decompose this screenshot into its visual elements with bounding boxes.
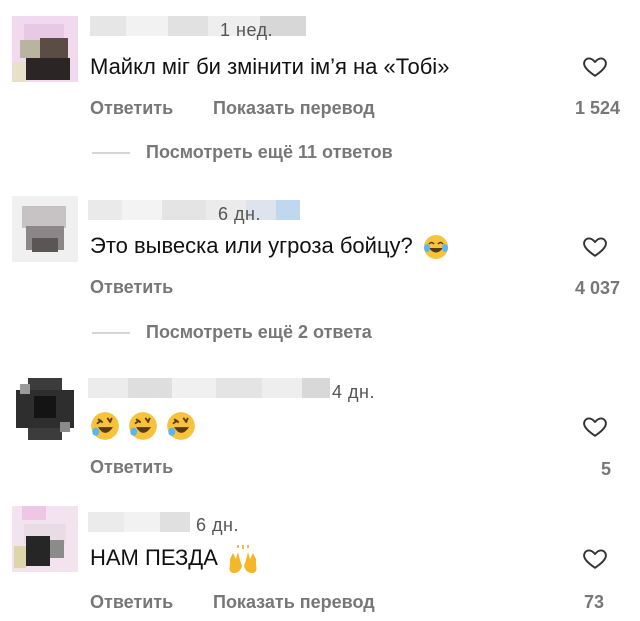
view-more-replies-label: Посмотреть ещё 2 ответа	[146, 322, 372, 342]
comment-text-content: Это вывеска или угроза бойцу?	[90, 233, 413, 258]
reply-button[interactable]: Ответить	[90, 457, 173, 478]
heart-outline-icon[interactable]	[582, 53, 608, 79]
comment-text-content: НАМ ПЕЗДА	[90, 545, 218, 570]
like-count: 73	[583, 592, 604, 612]
comment-text: Это вывеска или угроза бойцу?	[90, 233, 449, 260]
like-count: 5	[600, 459, 611, 479]
show-translation-button[interactable]: Показать перевод	[213, 98, 375, 119]
avatar[interactable]	[12, 16, 78, 82]
show-translation-button[interactable]: Показать перевод	[213, 592, 375, 613]
comment-text: Майкл міг би змінити ім’я на «Тобі»	[90, 54, 450, 79]
comment-time: 6 дн.	[218, 204, 261, 224]
avatar[interactable]	[12, 506, 78, 572]
rolling-on-the-floor-laughing-emoji	[129, 412, 157, 440]
comment-time: 1 нед.	[220, 20, 274, 40]
reply-button[interactable]: Ответить	[90, 277, 173, 298]
like-count: 4 037	[574, 278, 620, 298]
view-more-replies[interactable]: Посмотреть ещё 2 ответа	[92, 322, 372, 343]
username-blurred[interactable]	[90, 16, 306, 36]
reply-button[interactable]: Ответить	[90, 592, 173, 613]
rolling-on-the-floor-laughing-emoji	[91, 412, 119, 440]
heart-outline-icon[interactable]	[582, 413, 608, 439]
view-more-replies-label: Посмотреть ещё 11 ответов	[146, 142, 393, 162]
comment-time: 6 дн.	[196, 515, 239, 535]
avatar[interactable]	[12, 376, 78, 442]
username-blurred[interactable]	[88, 378, 330, 398]
heart-outline-icon[interactable]	[582, 545, 608, 571]
like-count: 1 524	[574, 98, 620, 118]
divider-line	[92, 331, 130, 334]
rolling-on-the-floor-laughing-emoji	[167, 412, 196, 440]
comment-text	[90, 411, 196, 441]
face-with-tears-of-joy-emoji	[423, 235, 448, 260]
comment-text: НАМ ПЕЗДА	[90, 545, 258, 574]
divider-line	[92, 151, 130, 154]
raising-hands-emoji	[229, 545, 257, 574]
heart-outline-icon[interactable]	[582, 233, 608, 259]
comment-time: 4 дн.	[332, 382, 375, 402]
username-blurred[interactable]	[88, 512, 190, 532]
view-more-replies[interactable]: Посмотреть ещё 11 ответов	[92, 142, 393, 163]
username-blurred[interactable]	[88, 200, 300, 220]
avatar[interactable]	[12, 196, 78, 262]
reply-button[interactable]: Ответить	[90, 98, 173, 119]
